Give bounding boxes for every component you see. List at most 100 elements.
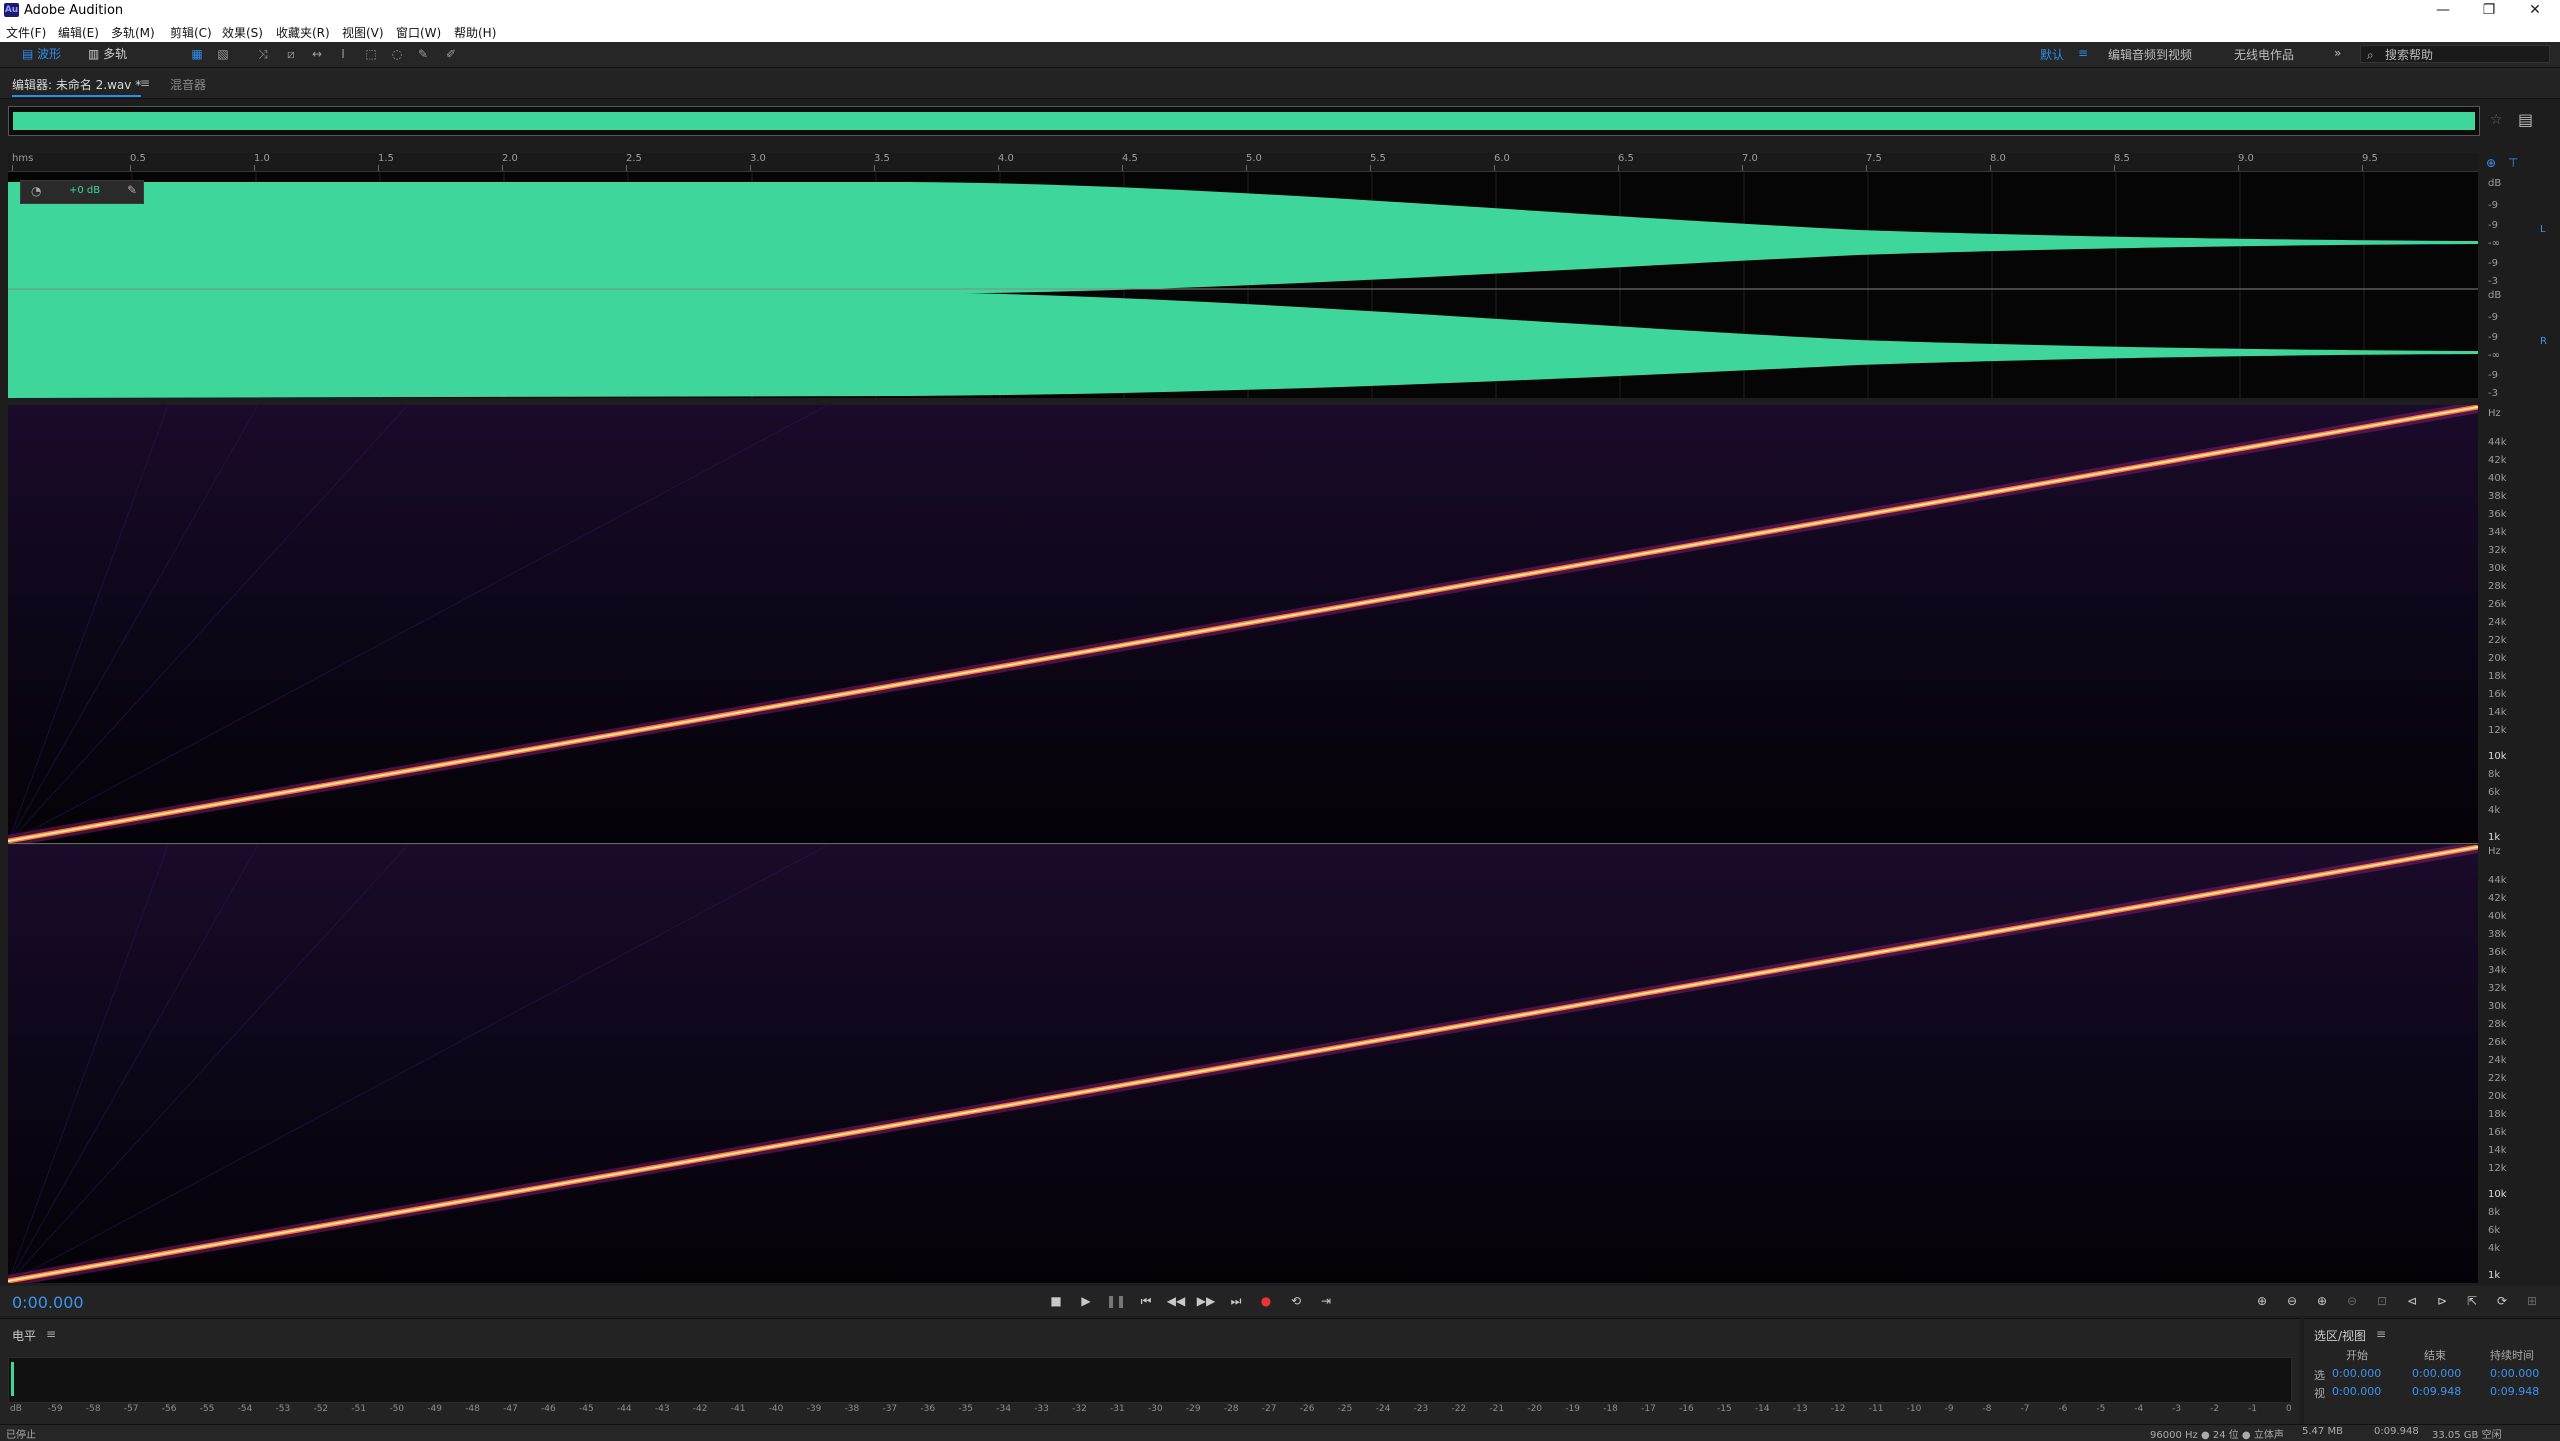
level-meter-label: -49 [427, 1404, 442, 1414]
pin-icon[interactable]: ⊤ [2508, 156, 2518, 170]
zoom-selection-button[interactable]: ⊡ [2372, 1292, 2392, 1310]
level-meter-label: -13 [1792, 1404, 1808, 1414]
time-selection-tool-icon[interactable]: I [336, 47, 350, 61]
hud-pin-icon[interactable]: ✎ [127, 183, 137, 197]
channel-right-label[interactable]: R [2540, 336, 2547, 347]
ruler-tick: 5.5 [1370, 153, 1386, 171]
minimize-button[interactable]: — [2420, 0, 2466, 21]
multitrack-view-button[interactable]: ▥ 多轨 [88, 46, 127, 63]
marquee-tool-icon[interactable]: ⬚ [364, 47, 378, 61]
workspace-default[interactable]: 默认 [2040, 46, 2064, 63]
zoom-out-amplitude-button[interactable]: ⊖ [2282, 1292, 2302, 1310]
hud-gain-value[interactable]: +0 dB [69, 185, 100, 196]
waveform-graphic [8, 172, 2478, 398]
spectrogram-left[interactable] [6, 401, 2480, 847]
view-end-field[interactable]: 0:09.948 [2412, 1385, 2461, 1398]
overview-navigator[interactable] [8, 106, 2480, 136]
waveform-display[interactable] [8, 172, 2478, 398]
level-meter-label: -12 [1830, 1404, 1846, 1414]
zoom-in-amplitude-icon[interactable]: ⊕ [2486, 156, 2496, 170]
rewind-button[interactable]: ◀◀ [1166, 1292, 1186, 1310]
maximize-button[interactable]: ❐ [2466, 0, 2512, 21]
selection-end-field[interactable]: 0:00.000 [2412, 1367, 2461, 1380]
zoom-reset-button[interactable]: ⟳ [2492, 1292, 2512, 1310]
menu-favorites[interactable]: 收藏夹(R) [276, 24, 330, 41]
close-button[interactable]: ✕ [2512, 0, 2558, 21]
view-duration-field[interactable]: 0:09.948 [2490, 1385, 2539, 1398]
workspace-edit-to-video[interactable]: 编辑音频到视频 [2108, 46, 2192, 63]
ruler-tick: 0.5 [130, 153, 146, 171]
workspace-overflow-button[interactable]: » [2334, 46, 2341, 60]
menu-file[interactable]: 文件(F) [6, 24, 46, 41]
panel-menu-icon[interactable]: ▤ [2518, 110, 2533, 129]
menu-multitrack[interactable]: 多轨(M) [111, 24, 155, 41]
menu-help[interactable]: 帮助(H) [454, 24, 496, 41]
header-start: 开始 [2346, 1349, 2368, 1362]
play-button[interactable]: ▶ [1076, 1292, 1096, 1310]
loop-button[interactable]: ⟲ [1286, 1292, 1306, 1310]
level-meter-label: -15 [1717, 1404, 1732, 1414]
record-button[interactable]: ● [1256, 1292, 1276, 1310]
level-meter-bar [11, 1362, 14, 1396]
view-start-field[interactable]: 0:00.000 [2332, 1385, 2381, 1398]
zoom-in-time-button[interactable]: ⊕ [2312, 1292, 2332, 1310]
move-tool-icon[interactable]: ⤨ [256, 47, 270, 61]
pause-button[interactable]: ❚❚ [1106, 1292, 1126, 1310]
level-meter-label: -17 [1641, 1404, 1656, 1414]
db-scale-right: dB -9 -9 -∞ -9 -3 R [2488, 290, 2547, 399]
menu-effects[interactable]: 效果(S) [222, 24, 263, 41]
ruler-tick: 9.5 [2362, 153, 2378, 171]
workspace-menu-icon[interactable]: ≡ [2078, 46, 2088, 60]
volume-knob-icon[interactable]: ◔ [31, 184, 41, 198]
search-icon: ⌕ [2367, 48, 2374, 62]
levels-menu-icon[interactable]: ≡ [46, 1327, 56, 1341]
spectral-frequency-icon[interactable]: ▦ [190, 47, 204, 61]
time-ruler[interactable]: hms 0.5 1.0 1.5 2.0 2.5 3.0 3.5 4.0 4.5 … [8, 153, 2478, 172]
channel-left-label[interactable]: L [2540, 224, 2546, 235]
spectrogram-right[interactable] [6, 841, 2480, 1287]
spectral-pitch-icon[interactable]: ▧ [216, 47, 230, 61]
panel-tabs: 编辑器: 未命名 2.wav * ≡ 混音器 [0, 68, 2560, 99]
status-sample-info: 96000 Hz ● 24 位 ● 立体声 [2150, 1430, 2284, 1441]
left-channel-waveform [8, 182, 2478, 296]
tab-mixer[interactable]: 混音器 [170, 76, 206, 93]
header-duration: 持续时间 [2490, 1349, 2534, 1362]
go-to-start-button[interactable]: ⏮ [1136, 1292, 1156, 1310]
zoom-settings-icon[interactable]: ☆ [2490, 112, 2503, 128]
zoom-in-amplitude-button[interactable]: ⊕ [2252, 1292, 2272, 1310]
menu-view[interactable]: 视图(V) [342, 24, 384, 41]
zoom-in-left-button[interactable]: ⊲ [2402, 1292, 2422, 1310]
menu-clip[interactable]: 剪辑(C) [170, 24, 212, 41]
selection-menu-icon[interactable]: ≡ [2376, 1327, 2386, 1341]
tab-editor[interactable]: 编辑器: 未命名 2.wav * [12, 76, 142, 97]
app-title: Adobe Audition [24, 3, 124, 18]
zoom-extra-button[interactable]: ⊞ [2522, 1292, 2542, 1310]
zoom-out-full-button[interactable]: ⇱ [2462, 1292, 2482, 1310]
hud-volume[interactable]: ◔ +0 dB ✎ [20, 180, 144, 204]
brush-tool-icon[interactable]: ✎ [416, 47, 430, 61]
slip-tool-icon[interactable]: ↔ [310, 47, 324, 61]
workspace-radio-production[interactable]: 无线电作品 [2234, 46, 2294, 63]
level-meter-label: -54 [237, 1404, 253, 1414]
lasso-tool-icon[interactable]: ◌ [390, 47, 404, 61]
tab-editor-menu-icon[interactable]: ≡ [140, 76, 150, 90]
menu-window[interactable]: 窗口(W) [396, 24, 441, 41]
stop-button[interactable]: ■ [1046, 1292, 1066, 1310]
search-help-input[interactable]: ⌕ 搜索帮助 [2360, 45, 2550, 63]
skip-button[interactable]: ⇥ [1316, 1292, 1336, 1310]
razor-tool-icon[interactable]: ⧄ [284, 47, 298, 61]
status-free-space: 33.05 GB 空闲 [2432, 1430, 2502, 1441]
fast-forward-button[interactable]: ▶▶ [1196, 1292, 1216, 1310]
waveform-view-button[interactable]: ▤ 波形 [22, 46, 61, 63]
spot-healing-tool-icon[interactable]: ✐ [444, 47, 458, 61]
zoom-out-time-button[interactable]: ⊖ [2342, 1292, 2362, 1310]
menu-edit[interactable]: 编辑(E) [58, 24, 99, 41]
selection-duration-field[interactable]: 0:00.000 [2490, 1367, 2539, 1380]
zoom-in-right-button[interactable]: ⊳ [2432, 1292, 2452, 1310]
go-to-end-button[interactable]: ⏭ [1226, 1292, 1246, 1310]
selection-start-field[interactable]: 0:00.000 [2332, 1367, 2381, 1380]
level-meter-label: -29 [1185, 1404, 1201, 1414]
level-meter-label: -58 [85, 1404, 101, 1414]
timecode-display[interactable]: 0:00.000 [12, 1293, 84, 1312]
level-meter-label: -24 [1375, 1404, 1391, 1414]
